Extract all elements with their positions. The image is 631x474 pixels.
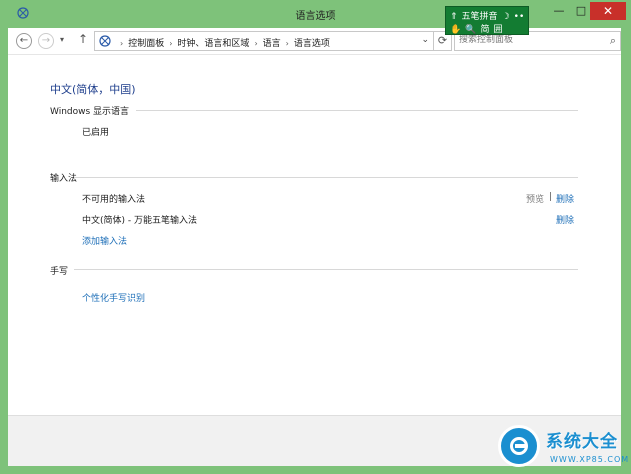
delete-link[interactable]: 删除	[556, 192, 574, 205]
search-input[interactable]	[459, 35, 599, 45]
divider	[136, 110, 578, 111]
control-panel-icon	[99, 35, 111, 47]
chevron-down-icon[interactable]: ⌄	[421, 35, 429, 45]
back-button[interactable]: ←	[16, 33, 32, 49]
title-bar: 语言选项 — □ ✕	[0, 0, 631, 26]
add-input-method-link[interactable]: 添加输入法	[82, 234, 127, 247]
divider	[74, 177, 578, 178]
breadcrumb: › 控制面板 › 时钟、语言和区域 › 语言 › 语言选项	[115, 36, 330, 49]
ime-search-icon[interactable]: 🔍	[465, 25, 476, 35]
section-header-input-method: 输入法	[50, 174, 78, 184]
breadcrumb-item[interactable]: 语言选项	[294, 39, 330, 49]
close-button[interactable]: ✕	[590, 2, 626, 20]
breadcrumb-separator: ›	[169, 39, 173, 48]
ime-mode-label[interactable]: 五笔拼音	[462, 12, 498, 22]
breadcrumb-separator: ›	[254, 39, 258, 48]
ime-hand-icon[interactable]: ✋	[450, 25, 461, 35]
window-title: 语言选项	[295, 11, 336, 22]
display-language-status: 已启用	[82, 128, 110, 138]
search-icon[interactable]: ⌕	[610, 34, 616, 48]
forward-button[interactable]: →	[38, 33, 54, 49]
language-options-window: 语言选项 — □ ✕ ⇑ 五笔拼音 ☽ •• ✋ 🔍 简囲 ← → ▾ ↑ › 控制面板 › 时…	[0, 0, 631, 474]
ime-collapse-icon[interactable]: ⇑	[450, 12, 458, 22]
input-method-name: 不可用的输入法	[82, 195, 146, 205]
navigation-bar: ← → ▾ ↑ ›控制面板›时钟、语言和区域›语言›语言选项 ⌄ ⟳ ⌕	[8, 28, 621, 54]
input-method-name: 中文(简体) - 万能五笔输入法	[82, 216, 197, 226]
breadcrumb-item[interactable]: 语言	[263, 39, 281, 49]
ime-simplified-toggle[interactable]: 简	[480, 25, 489, 35]
ime-toolbar-row-1: ⇑ 五笔拼音 ☽ ••	[450, 9, 528, 22]
section-header-handwriting: 手写	[50, 267, 69, 277]
watermark: 系统大全 WWW.XP85.COM	[494, 421, 630, 471]
watermark-url: WWW.XP85.COM	[550, 455, 630, 464]
up-button[interactable]: ↑	[78, 32, 88, 46]
ime-punct-icon[interactable]: ••	[514, 12, 525, 22]
breadcrumb-item[interactable]: 时钟、语言和区域	[177, 39, 249, 49]
ime-toolbar[interactable]: ⇑ 五笔拼音 ☽ •• ✋ 🔍 简囲	[445, 6, 529, 35]
recent-locations-button[interactable]: ▾	[60, 35, 64, 44]
breadcrumb-separator: ›	[285, 39, 289, 48]
section-header-display-language: Windows 显示语言	[50, 107, 130, 117]
watermark-text: 系统大全	[546, 432, 618, 452]
page-title: 中文(简体，中国)	[50, 83, 136, 96]
watermark-logo-icon	[498, 425, 540, 467]
address-box[interactable]: › 控制面板 › 时钟、语言和区域 › 语言 › 语言选项 ⌄	[94, 31, 434, 51]
action-separator: |	[549, 192, 553, 202]
ime-toolbar-row-2: ✋ 🔍 简囲	[450, 22, 506, 35]
breadcrumb-item[interactable]: 控制面板	[128, 39, 164, 49]
breadcrumb-separator: ›	[120, 39, 124, 48]
delete-link[interactable]: 删除	[556, 213, 574, 226]
ime-softkeyboard-icon[interactable]: 囲	[493, 25, 502, 35]
personalize-handwriting-link[interactable]: 个性化手写识别	[82, 291, 145, 304]
main-content: 中文(简体，中国) Windows 显示语言 已启用 输入法 不可用的输入法 预…	[8, 54, 621, 415]
ime-moon-icon[interactable]: ☽	[502, 12, 510, 22]
divider	[74, 269, 578, 270]
watermark-logo-bar	[515, 444, 525, 448]
preview-link[interactable]: 预览	[526, 192, 544, 205]
